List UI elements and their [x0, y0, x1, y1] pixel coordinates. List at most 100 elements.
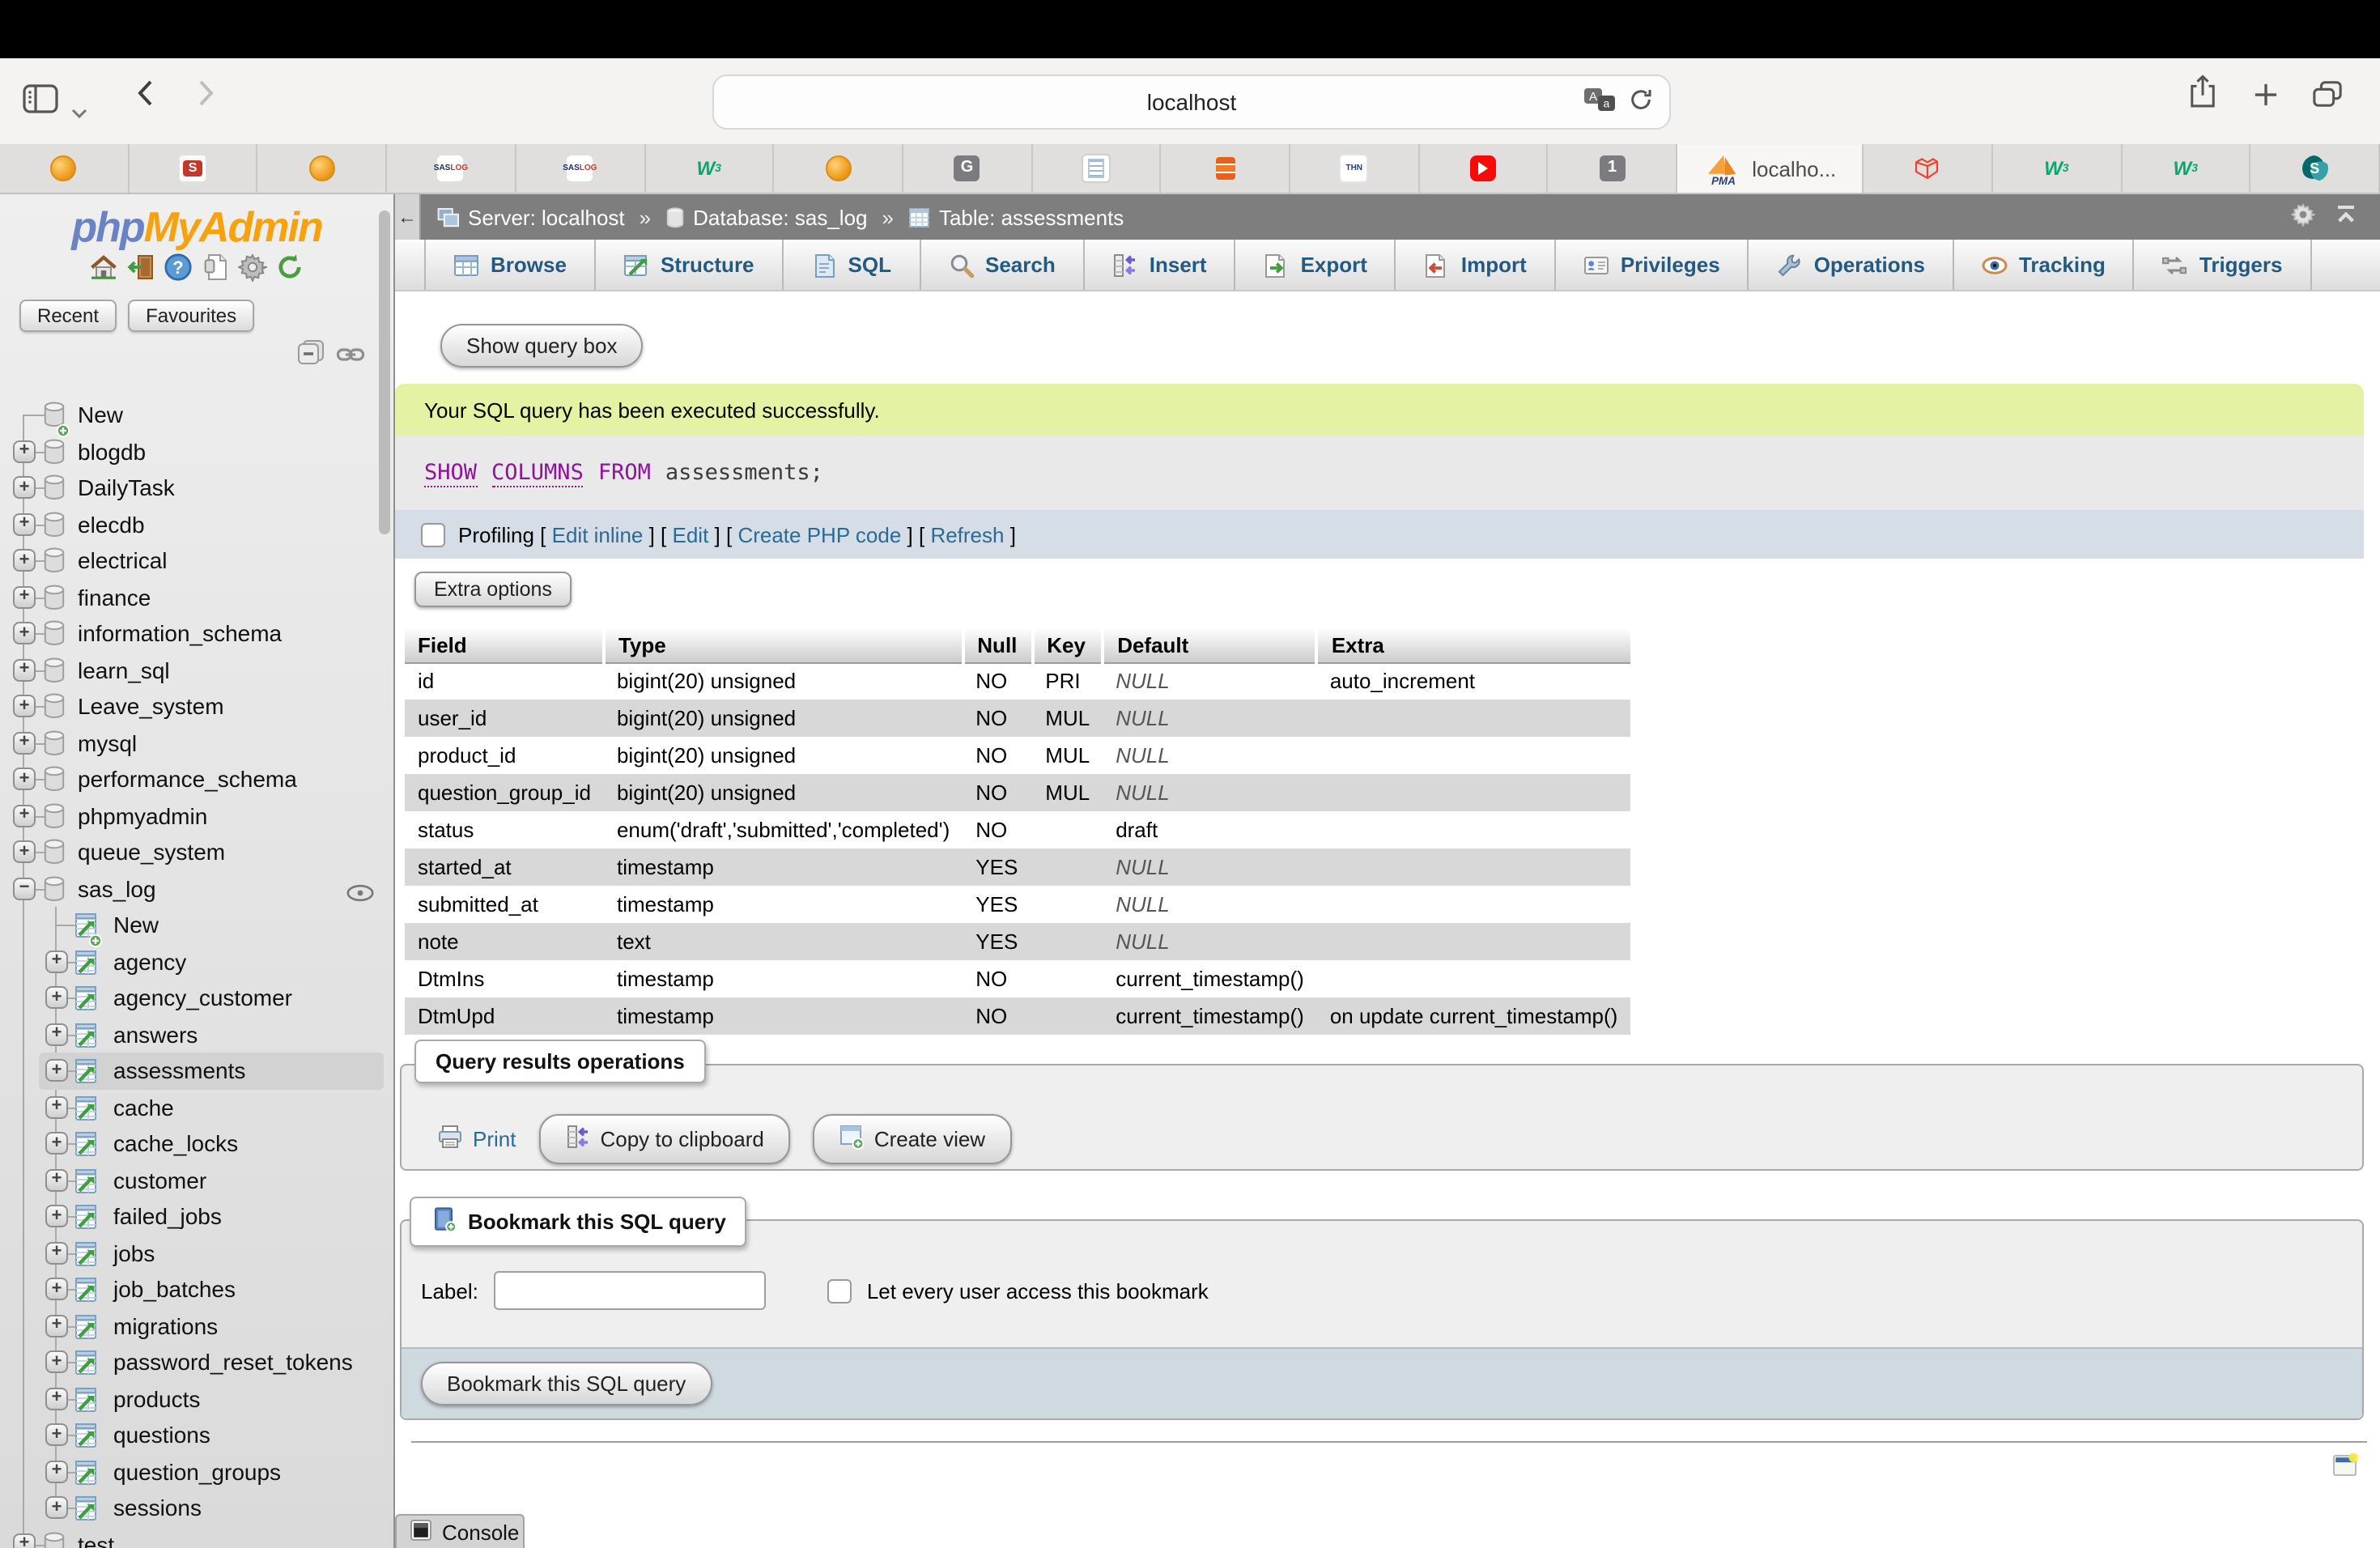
- bookmark-label-input[interactable]: [495, 1271, 767, 1310]
- expand-icon[interactable]: +: [45, 1387, 68, 1410]
- browser-tab[interactable]: 1: [1549, 144, 1677, 193]
- sidebar-item-question_groups[interactable]: +question_groups: [0, 1453, 393, 1490]
- tabs-overview-icon[interactable]: [2312, 79, 2343, 117]
- expand-icon[interactable]: +: [45, 1278, 68, 1300]
- sidebar-item-elecdb[interactable]: +elecdb: [0, 506, 393, 542]
- expand-icon[interactable]: +: [13, 658, 36, 681]
- expand-icon[interactable]: +: [45, 1460, 68, 1482]
- tab-insert[interactable]: Insert: [1085, 240, 1236, 290]
- breadcrumb-item[interactable]: Server: localhost: [437, 205, 625, 229]
- breadcrumb-item[interactable]: Database: sas_log: [665, 205, 867, 229]
- eye-icon[interactable]: [346, 880, 374, 909]
- reload-icon[interactable]: [1629, 87, 1653, 117]
- sidebar-item-new[interactable]: New: [0, 397, 393, 433]
- create-view-button[interactable]: Create view: [813, 1114, 1011, 1164]
- browser-tab[interactable]: [1162, 144, 1290, 193]
- sidebar-item-blogdb[interactable]: +blogdb: [0, 433, 393, 470]
- sidebar-item-migrations[interactable]: +migrations: [0, 1308, 393, 1344]
- show-query-box-button[interactable]: Show query box: [440, 324, 643, 368]
- sql-keyword[interactable]: FROM: [598, 460, 651, 486]
- sidebar-item-agency[interactable]: +agency: [0, 943, 393, 980]
- back-icon[interactable]: [136, 79, 154, 115]
- tab-search[interactable]: Search: [920, 240, 1085, 290]
- sidebar-item-leave_system[interactable]: +Leave_system: [0, 688, 393, 725]
- profiling-link[interactable]: Edit inline: [552, 522, 644, 546]
- expand-icon[interactable]: +: [45, 1423, 68, 1446]
- sql-keyword[interactable]: COLUMNS: [491, 459, 584, 487]
- expand-icon[interactable]: +: [45, 1023, 68, 1045]
- sidebar-item-sas_log[interactable]: −sas_log: [0, 870, 393, 907]
- expand-icon[interactable]: +: [13, 768, 36, 790]
- copy-to-clipboard-button[interactable]: Copy to clipboard: [538, 1114, 789, 1164]
- chevron-down-icon[interactable]: [71, 97, 87, 126]
- expand-icon[interactable]: +: [45, 1314, 68, 1337]
- expand-icon[interactable]: +: [45, 1350, 68, 1373]
- sidebar-item-assessments[interactable]: +assessments: [0, 1053, 393, 1089]
- sidebar-item-password_reset_tokens[interactable]: +password_reset_tokens: [0, 1344, 393, 1380]
- browser-tab[interactable]: [1864, 144, 1992, 193]
- collapse-all-icon[interactable]: [298, 340, 324, 372]
- expand-icon[interactable]: +: [13, 804, 36, 827]
- expand-icon[interactable]: +: [45, 986, 68, 1009]
- sidebar-item-finance[interactable]: +finance: [0, 579, 393, 615]
- settings-gear-icon[interactable]: [238, 252, 267, 289]
- sidebar-item-questions[interactable]: +questions: [0, 1417, 393, 1453]
- browser-tab[interactable]: S: [2251, 144, 2380, 193]
- scroll-top-icon[interactable]: [2335, 204, 2357, 230]
- browser-tab[interactable]: G: [903, 144, 1032, 193]
- forward-icon[interactable]: [198, 79, 215, 115]
- sidebar-item-performance_schema[interactable]: +performance_schema: [0, 761, 393, 797]
- sql-keyword[interactable]: SHOW: [424, 459, 477, 487]
- extra-options-button[interactable]: Extra options: [414, 572, 572, 607]
- expand-icon[interactable]: +: [45, 1132, 68, 1155]
- share-icon[interactable]: [2189, 74, 2216, 117]
- sidebar-item-cache_locks[interactable]: +cache_locks: [0, 1125, 393, 1162]
- expand-icon[interactable]: +: [13, 622, 36, 644]
- new-window-icon[interactable]: [2331, 1451, 2359, 1486]
- phpmyadmin-logo[interactable]: phpMyAdmin: [0, 202, 393, 251]
- sidebar-item-electrical[interactable]: +electrical: [0, 542, 393, 579]
- home-icon[interactable]: [89, 252, 118, 289]
- profiling-link[interactable]: Create PHP code: [737, 522, 901, 546]
- sidebar-item-phpmyadmin[interactable]: +phpmyadmin: [0, 797, 393, 834]
- docs-icon[interactable]: [201, 252, 230, 289]
- profiling-link[interactable]: Edit: [673, 522, 709, 546]
- logout-icon[interactable]: [126, 252, 155, 289]
- print-button[interactable]: Print: [437, 1124, 516, 1155]
- sidebar-item-test[interactable]: +test: [0, 1526, 393, 1548]
- expand-icon[interactable]: +: [13, 549, 36, 572]
- bookmark-submit-button[interactable]: Bookmark this SQL query: [421, 1362, 712, 1406]
- reload-navigation-icon[interactable]: [275, 252, 304, 289]
- tab-browse[interactable]: Browse: [424, 240, 596, 290]
- recent-button[interactable]: Recent: [19, 300, 117, 332]
- sidebar-item-failed_jobs[interactable]: +failed_jobs: [0, 1198, 393, 1235]
- expand-icon[interactable]: +: [45, 1059, 68, 1082]
- browser-tab[interactable]: [1419, 144, 1548, 193]
- tab-import[interactable]: Import: [1396, 240, 1556, 290]
- expand-icon[interactable]: +: [13, 840, 36, 863]
- sidebar-item-queue_system[interactable]: +queue_system: [0, 834, 393, 870]
- page-settings-gear-icon[interactable]: [2291, 202, 2315, 232]
- help-icon[interactable]: ?: [164, 252, 193, 289]
- profiling-checkbox[interactable]: [421, 522, 445, 546]
- sidebar-item-mysql[interactable]: +mysql: [0, 725, 393, 761]
- expand-icon[interactable]: +: [45, 1168, 68, 1191]
- tab-structure[interactable]: Structure: [596, 240, 784, 290]
- translate-icon[interactable]: Aa: [1583, 87, 1616, 117]
- breadcrumb-back-icon[interactable]: ←: [395, 194, 421, 240]
- tab-export[interactable]: Export: [1236, 240, 1396, 290]
- sidebar-item-cache[interactable]: +cache: [0, 1089, 393, 1125]
- browser-tab[interactable]: SASLOG: [516, 144, 645, 193]
- browser-tab[interactable]: [1032, 144, 1161, 193]
- favourites-button[interactable]: Favourites: [128, 300, 254, 332]
- expand-icon[interactable]: +: [45, 1205, 68, 1227]
- expand-icon[interactable]: +: [45, 1241, 68, 1264]
- expand-icon[interactable]: +: [13, 512, 36, 535]
- sidebar-item-customer[interactable]: +customer: [0, 1162, 393, 1198]
- expand-icon[interactable]: +: [45, 1095, 68, 1118]
- profiling-link[interactable]: Refresh: [930, 522, 1004, 546]
- expand-icon[interactable]: +: [13, 476, 36, 499]
- sidebar-item-agency_customer[interactable]: +agency_customer: [0, 980, 393, 1016]
- collapse-icon[interactable]: −: [13, 877, 36, 899]
- tab-sql[interactable]: SQL: [784, 240, 920, 290]
